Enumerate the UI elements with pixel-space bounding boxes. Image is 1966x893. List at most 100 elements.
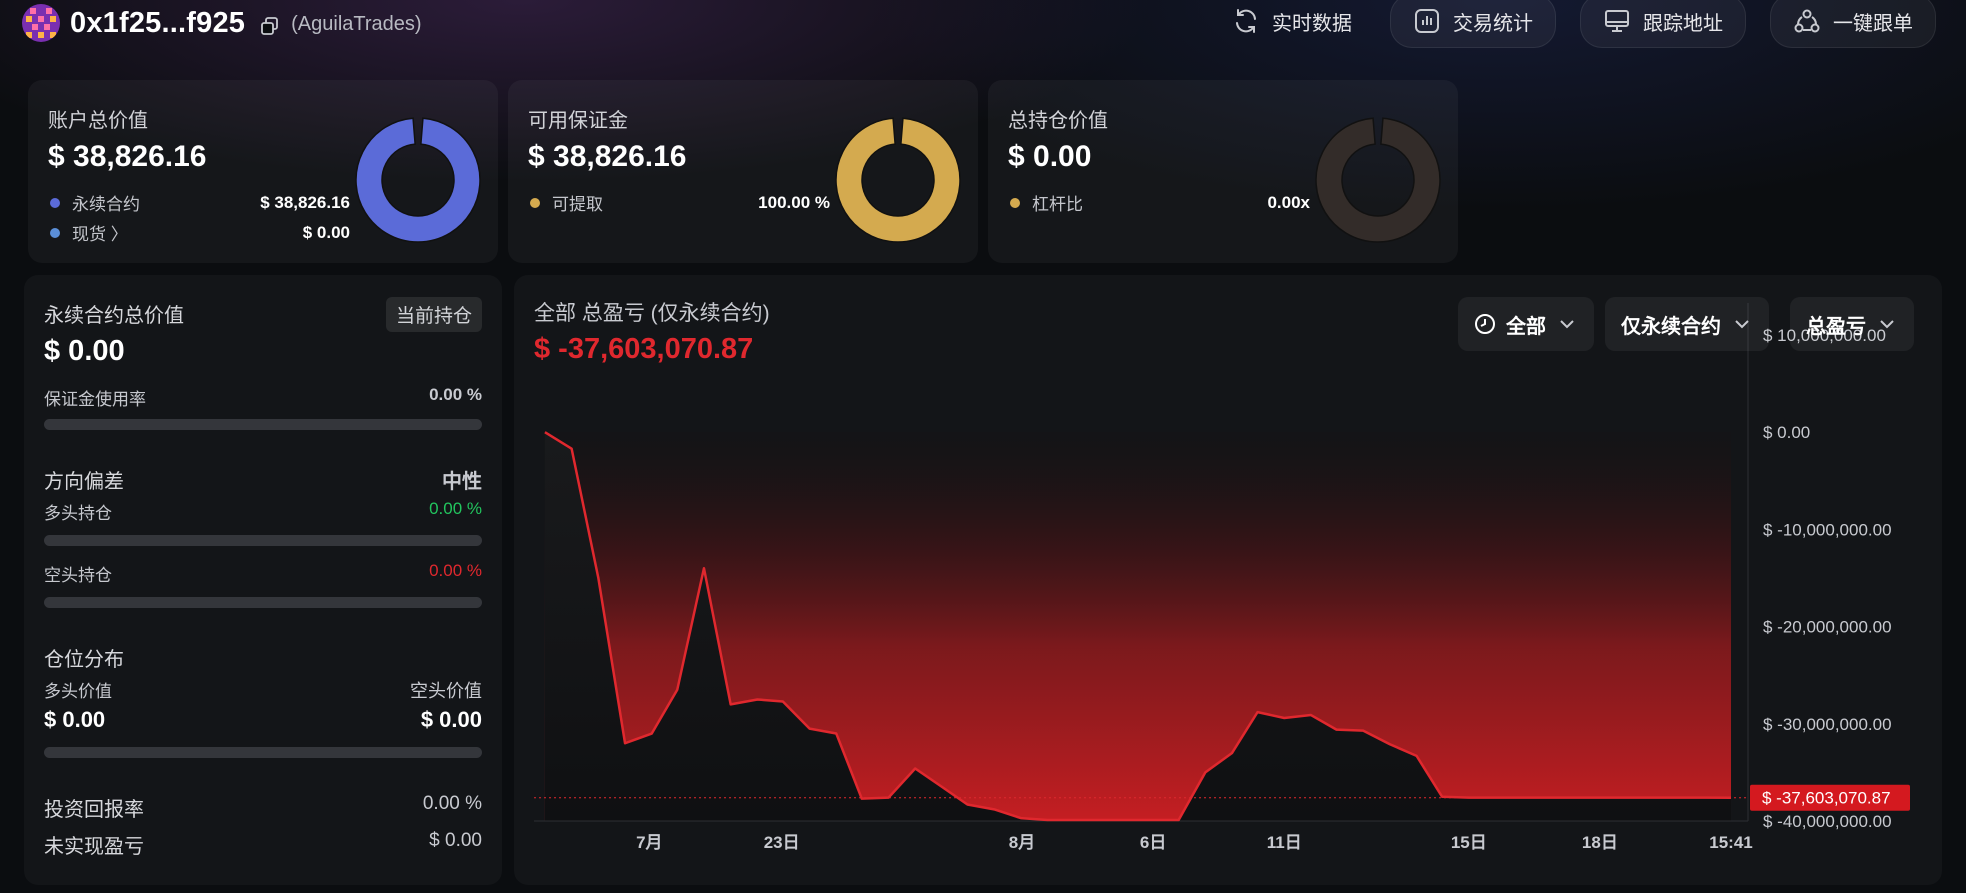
card-row-withdrawable: 可提取 100.00 % [530,190,830,215]
card-value: $ 0.00 [1008,140,1092,173]
copy-trade-button[interactable]: 一键跟单 [1770,0,1936,48]
available-margin-donut [835,117,961,243]
y-tick-label: $ -30,000,000.00 [1763,715,1892,734]
metric-dropdown[interactable]: 总盈亏 [1790,297,1914,351]
row-value: 100.00 % [758,192,830,212]
y-tick-label: $ -40,000,000.00 [1763,812,1892,831]
clock-icon [1475,314,1495,334]
copy-trade-label: 一键跟单 [1833,12,1913,35]
avatar [22,4,60,42]
perp-summary-panel: 永续合约总价值 当前持仓 $ 0.00 保证金使用率 0.00 % 方向偏差 中… [24,275,502,885]
card-value: $ 38,826.16 [48,140,207,173]
legend-dot [1010,197,1020,208]
x-tick-label: 23日 [764,833,800,852]
margin-usage-bar [44,419,482,430]
y-tick-label: $ 0.00 [1763,423,1810,442]
trade-stats-button[interactable]: 交易统计 [1390,0,1556,48]
row-label: 现货 〉 [72,225,128,244]
row-label: 杠杆比 [1032,195,1083,214]
time-range-label: 全部 [1506,315,1546,338]
card-title: 总持仓价值 [1008,110,1108,132]
time-range-dropdown[interactable]: 全部 [1458,297,1594,351]
x-tick-label: 7月 [636,833,662,852]
row-label: 永续合约 [72,195,140,214]
row-value: $ 0.00 [302,222,350,242]
short-position-value: 0.00 % [429,561,482,580]
long-value-label: 多头价值 [44,682,112,701]
card-title: 可用保证金 [528,110,628,132]
current-positions-badge[interactable]: 当前持仓 [385,297,482,332]
row-value: $ 38,826.16 [260,192,350,212]
margin-usage-label: 保证金使用率 [44,390,146,409]
direction-bias-label: 方向偏差 [44,471,124,493]
x-tick-label: 15:41 [1709,833,1752,852]
x-tick-label: 18日 [1582,833,1618,852]
perp-total-title: 永续合约总价值 [44,305,184,327]
x-tick-label: 15日 [1451,833,1487,852]
position-distribution-label: 仓位分布 [44,649,124,671]
current-value-badge-text: $ -37,603,070.87 [1762,789,1891,808]
account-value-card: 账户总价值 $ 38,826.16 永续合约 $ 38,826.16 现货 〉 … [28,80,498,263]
bar-chart-icon [1415,9,1439,33]
long-position-value: 0.00 % [429,499,482,518]
market-type-dropdown[interactable]: 仅永续合约 [1605,297,1769,351]
roi-value: 0.00 % [422,793,482,814]
copy-icon[interactable] [259,15,281,37]
legend-dot [50,227,60,238]
donut-segment [355,117,481,243]
address-block: 0x1f25...f925 (AguilaTrades) [22,4,422,42]
perp-total-value: $ 0.00 [44,335,125,367]
position-value-card: 总持仓价值 $ 0.00 杠杆比 0.00x [988,80,1458,263]
chevron-down-icon [1735,320,1749,329]
legend-dot [530,197,540,208]
realtime-data-label: 实时数据 [1272,12,1352,35]
market-type-label: 仅永续合约 [1621,315,1721,338]
margin-usage-value: 0.00 % [429,385,482,404]
x-tick-label: 6日 [1140,833,1166,852]
wallet-address: 0x1f25...f925 [70,6,246,39]
legend-dot [50,197,60,208]
realtime-data-button[interactable]: 实时数据 [1210,0,1374,48]
short-value: $ 0.00 [420,707,482,732]
chart-total-pnl: $ -37,603,070.87 [534,333,754,365]
unrealized-pnl-value: $ 0.00 [429,830,482,851]
position-distribution-bar [44,747,482,758]
unrealized-pnl-label: 未实现盈亏 [44,836,144,858]
wallet-alias: (AguilaTrades) [291,12,422,35]
row-label: 可提取 [552,195,603,214]
chart-title: 全部 总盈亏 (仅永续合约) [534,302,770,325]
page-header: 0x1f25...f925 (AguilaTrades) 实时数据 交易统计 跟… [0,0,1966,50]
track-address-button[interactable]: 跟踪地址 [1580,0,1746,48]
donut-segment [1315,117,1441,243]
y-tick-label: $ -20,000,000.00 [1763,618,1892,637]
short-value-label: 空头价值 [410,681,482,701]
card-row-spot[interactable]: 现货 〉 $ 0.00 [50,220,350,245]
available-margin-card: 可用保证金 $ 38,826.16 可提取 100.00 % [508,80,978,263]
chevron-down-icon [1880,320,1894,329]
monitor-icon [1605,10,1629,32]
long-value: $ 0.00 [44,707,106,732]
account-value-donut [355,117,481,243]
long-position-bar [44,535,482,546]
card-title: 账户总价值 [48,110,148,132]
short-position-bar [44,597,482,608]
x-tick-label: 11日 [1267,833,1302,852]
card-value: $ 38,826.16 [528,140,687,173]
long-position-label: 多头持仓 [44,504,112,523]
row-value: 0.00x [1267,192,1310,212]
short-position-label: 空头持仓 [44,566,112,585]
card-row-leverage: 杠杆比 0.00x [1010,190,1310,215]
chevron-down-icon [1560,320,1574,329]
position-value-donut [1315,117,1441,243]
current-value-badge: $ -37,603,070.87 [1750,784,1910,811]
direction-bias-value: 中性 [442,471,482,493]
donut-segment [835,117,961,243]
metric-label: 总盈亏 [1806,315,1866,338]
x-tick-label: 8月 [1009,833,1035,852]
card-row-perp: 永续合约 $ 38,826.16 [50,190,350,215]
pnl-chart-panel: $ 10,000,000.00 $ 0.00 $ -10,000,000.00 $ -… [514,275,1942,885]
y-tick-label: $ -10,000,000.00 [1763,520,1892,539]
roi-label: 投资回报率 [44,799,144,821]
pnl-area-chart[interactable]: $ 10,000,000.00$ 0.00$ -10,000,000.00$ -… [514,275,1942,885]
track-address-label: 跟踪地址 [1643,12,1723,35]
